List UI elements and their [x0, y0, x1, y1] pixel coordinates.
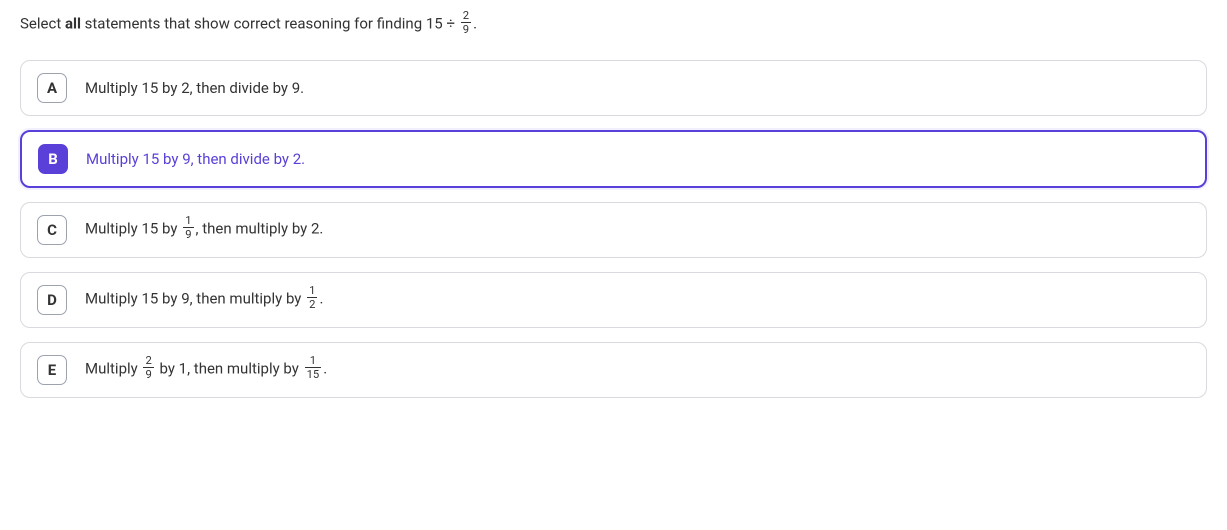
fraction-numerator: 2 — [143, 355, 153, 368]
fraction: 115 — [305, 355, 322, 381]
fraction: 19 — [183, 215, 193, 241]
prompt-bold: all — [65, 15, 81, 33]
fraction-denominator: 15 — [305, 368, 322, 380]
fraction: 12 — [307, 285, 317, 311]
fraction-numerator: 2 — [461, 10, 471, 23]
choice-text: Multiply 15 by 19, then multiply by 2. — [85, 217, 1190, 243]
choice-letter: E — [37, 355, 67, 385]
fraction-numerator: 1 — [307, 285, 317, 298]
choice-text: Multiply 15 by 2, then divide by 9. — [85, 79, 1190, 97]
fraction-denominator: 9 — [461, 23, 471, 35]
choice-letter: D — [37, 285, 67, 315]
choice-text: Multiply 15 by 9, then divide by 2. — [86, 150, 1189, 168]
fraction-numerator: 1 — [183, 215, 193, 228]
prompt-pre: Select — [20, 15, 65, 33]
choice-text: Multiply 15 by 9, then multiply by 12. — [85, 287, 1190, 313]
choice-b[interactable]: B Multiply 15 by 9, then divide by 2. — [20, 130, 1207, 188]
choice-letter: A — [37, 73, 67, 103]
choice-letter: C — [37, 215, 67, 245]
fraction-numerator: 1 — [305, 355, 322, 368]
fraction-denominator: 2 — [307, 298, 317, 310]
choice-e[interactable]: E Multiply 29 by 1, then multiply by 115. — [20, 342, 1207, 398]
choice-a[interactable]: A Multiply 15 by 2, then divide by 9. — [20, 60, 1207, 116]
prompt-post: . — [473, 15, 477, 33]
choice-letter: B — [38, 144, 68, 174]
fraction-denominator: 9 — [143, 368, 153, 380]
prompt-fraction: 29 — [461, 10, 471, 36]
fraction: 29 — [143, 355, 153, 381]
choice-text: Multiply 29 by 1, then multiply by 115. — [85, 357, 1190, 383]
choice-c[interactable]: C Multiply 15 by 19, then multiply by 2. — [20, 202, 1207, 258]
choices-container: A Multiply 15 by 2, then divide by 9. B Mul… — [20, 60, 1207, 398]
question-prompt: Select all statements that show correct … — [20, 12, 1207, 38]
fraction-denominator: 9 — [183, 228, 193, 240]
prompt-mid: statements that show correct reasoning f… — [81, 15, 459, 33]
choice-d[interactable]: D Multiply 15 by 9, then multiply by 12. — [20, 272, 1207, 328]
